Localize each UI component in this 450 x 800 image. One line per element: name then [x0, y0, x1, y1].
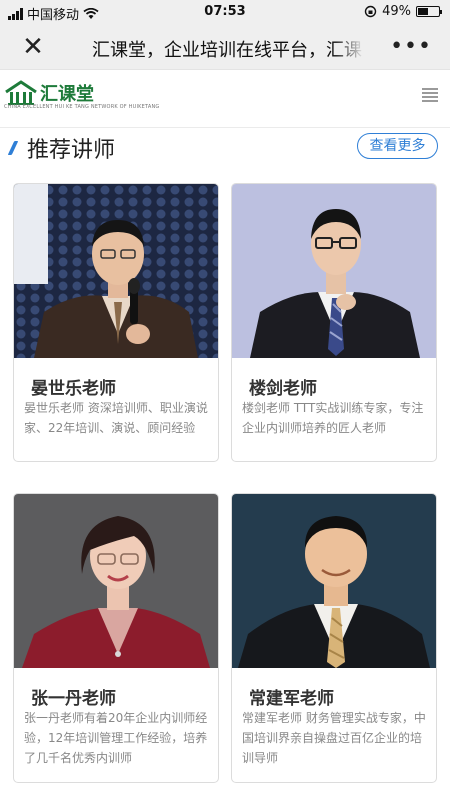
view-more-button[interactable]: 查看更多 — [357, 133, 438, 159]
site-header: 汇课堂 CHINA EXCELLENT HUI KE TANG NETWORK … — [0, 70, 450, 128]
teacher-description: 张一丹老师有着20年企业内训师经验，12年培训管理工作经验，培养了几千名优秀内训… — [24, 711, 208, 765]
battery-icon — [416, 6, 442, 17]
teacher-name: 楼剑老师 — [249, 379, 317, 399]
teacher-name: 晏世乐老师 — [31, 379, 116, 399]
teacher-card[interactable]: 楼剑老师 楼剑老师 TTT实战训练专家，专注企业内训师培养的匠人老师 — [231, 183, 437, 462]
teacher-photo — [14, 494, 218, 668]
close-icon[interactable]: ✕ — [20, 34, 46, 60]
menu-icon[interactable] — [422, 88, 438, 104]
browser-nav-bar: ✕ 汇课堂，企业培训在线平台，汇课 ••• — [0, 24, 450, 70]
teacher-photo — [232, 494, 436, 668]
teacher-name: 张一丹老师 — [31, 689, 116, 709]
section-accent-icon — [7, 141, 19, 155]
teacher-description: 楼剑老师 TTT实战训练专家，专注企业内训师培养的匠人老师 — [242, 401, 424, 435]
logo-text: 汇课堂 — [40, 84, 94, 105]
teacher-description: 晏世乐老师 资深培训师、职业演说家、22年培训、演说、顾问经验 — [24, 401, 208, 435]
logo-subtitle: CHINA EXCELLENT HUI KE TANG NETWORK OF H… — [4, 104, 160, 110]
section-header: 推荐讲师 查看更多 — [0, 128, 450, 168]
teacher-card[interactable]: 晏世乐老师 晏世乐老师 资深培训师、职业演说家、22年培训、演说、顾问经验 — [13, 183, 219, 462]
rotation-lock-icon — [364, 5, 377, 18]
status-right: 49% — [364, 4, 442, 19]
battery-percent: 49% — [382, 4, 411, 19]
teacher-description: 常建军老师 财务管理实战专家，中国培训界亲自操盘过百亿企业的培训导师 — [242, 711, 426, 765]
site-logo[interactable]: 汇课堂 — [4, 80, 94, 106]
teacher-photo — [14, 184, 218, 358]
teacher-photo — [232, 184, 436, 358]
teacher-name: 常建军老师 — [249, 689, 334, 709]
more-options-icon[interactable]: ••• — [390, 34, 432, 59]
teacher-card[interactable]: 张一丹老师 张一丹老师有着20年企业内训师经验，12年培训管理工作经验，培养了几… — [13, 493, 219, 783]
house-logo-icon — [5, 80, 37, 105]
page-title: 汇课堂，企业培训在线平台，汇课 — [92, 36, 364, 60]
teacher-card[interactable]: 常建军老师 常建军老师 财务管理实战专家，中国培训界亲自操盘过百亿企业的培训导师 — [231, 493, 437, 783]
section-title: 推荐讲师 — [27, 138, 116, 163]
status-bar: 中国移动 07:53 49% — [0, 0, 450, 24]
